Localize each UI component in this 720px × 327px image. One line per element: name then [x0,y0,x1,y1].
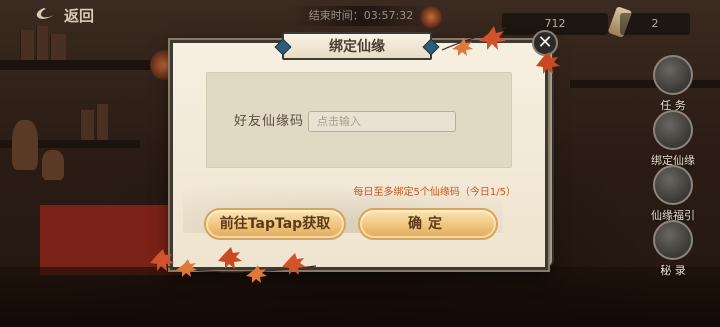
daily-limit-text: 每日至多绑定5个仙缘码（今日1/5） [353,187,516,198]
side-menu-task[interactable]: 任 务 [648,55,698,113]
task-scroll-icon [653,55,693,95]
side-menu-bind-fate[interactable]: 绑定仙缘 [648,110,698,168]
dialog-title: 绑定仙缘 [282,32,432,60]
back-button[interactable]: 返回 [34,4,94,26]
side-menu-fortune-draw[interactable]: 仙缘福引 [648,165,698,223]
background-book [80,110,94,140]
fortune-draw-icon [653,165,693,205]
resource-counter: 712 [502,13,608,35]
background-floor [0,267,720,327]
back-arrow-icon [36,8,54,19]
resource-counter: 2 [620,13,690,35]
friend-code-input[interactable] [308,111,456,132]
secret-record-icon [653,220,693,260]
background-book [20,30,34,60]
background-book [36,26,48,60]
side-menu-label: 秘 录 [660,264,686,277]
confirm-button[interactable]: 确定 [358,208,498,240]
event-end-timer: 结束时间：03:57:32 [292,6,430,26]
go-taptap-button[interactable]: 前往TapTap获取 [204,208,346,240]
background-vase [12,120,38,170]
background-book [50,34,66,60]
friend-code-label: 好友仙缘码 [234,114,305,129]
maple-leaf-decoration [536,52,560,74]
background-book [96,104,108,140]
background-vase [42,150,64,180]
bind-fate-icon [653,110,693,150]
side-menu-secret-record[interactable]: 秘 录 [648,220,698,278]
maple-leaf-decoration [441,26,507,56]
maple-leaf-decoration [150,247,317,283]
back-label: 返回 [64,6,95,25]
background-shelf [0,60,160,70]
